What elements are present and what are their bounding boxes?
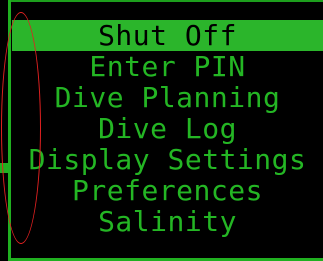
menu-item-display-settings[interactable]: Display Settings xyxy=(12,144,323,175)
menu-item-dive-log[interactable]: Dive Log xyxy=(12,113,323,144)
menu-item-salinity[interactable]: Salinity xyxy=(12,206,323,237)
scrollbar-thumb[interactable] xyxy=(0,163,8,173)
menu-item-enter-pin[interactable]: Enter PIN xyxy=(12,51,323,82)
dive-computer-screen: Shut Off Enter PIN Dive Planning Dive Lo… xyxy=(0,0,323,261)
frame-top-border xyxy=(8,0,323,2)
menu-item-preferences[interactable]: Preferences xyxy=(12,175,323,206)
menu-item-shut-off[interactable]: Shut Off xyxy=(12,20,323,51)
menu-item-dive-planning[interactable]: Dive Planning xyxy=(12,82,323,113)
main-menu: Shut Off Enter PIN Dive Planning Dive Lo… xyxy=(12,20,323,237)
scrollbar-track[interactable] xyxy=(8,0,11,261)
